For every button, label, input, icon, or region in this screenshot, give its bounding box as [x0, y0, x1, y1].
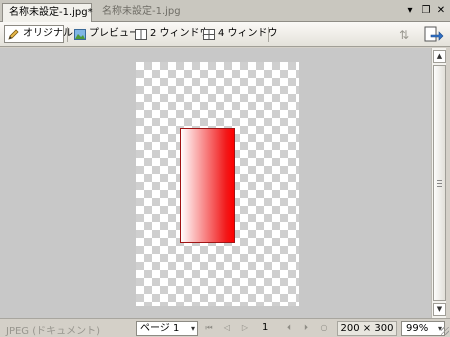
gradient-rectangle[interactable] — [180, 128, 235, 243]
resize-grip-icon[interactable] — [441, 327, 449, 335]
zoom-select-value: 99% — [406, 323, 429, 334]
image-size-readout: 200 × 300 — [337, 321, 397, 336]
stop-button[interactable]: ○ — [318, 322, 330, 334]
document-tab-inactive[interactable]: 名称未設定-1.jpg — [96, 3, 186, 22]
picture-icon — [74, 28, 86, 40]
page-select-value: ページ 1 — [140, 323, 180, 334]
scroll-grip-icon — [437, 180, 442, 187]
export-button[interactable] — [422, 25, 444, 45]
document-format-text: JPEG (ドキュメント) — [6, 326, 101, 337]
status-bar: JPEG (ドキュメント) ページ 1 ▾ ⏮ ◁ ▷ 1 ⏴ ⏵ ○ 200 … — [0, 318, 450, 337]
document-tab-active[interactable]: 名称未設定-1.jpg* — [2, 3, 93, 22]
toolbar-separator — [67, 27, 68, 42]
back-button[interactable]: ⏴ — [283, 322, 295, 334]
toolbar-separator — [268, 27, 269, 42]
page-number: 1 — [262, 322, 269, 333]
minimize-button[interactable]: ▾ — [403, 4, 417, 18]
prev-page-button[interactable]: ◁ — [221, 322, 233, 334]
scroll-thumb[interactable] — [433, 65, 446, 301]
scroll-down-button[interactable]: ▼ — [433, 303, 446, 316]
pencil-icon — [8, 28, 20, 40]
scroll-up-button[interactable]: ▲ — [433, 50, 446, 63]
compare-tool-button[interactable]: ⇅ — [393, 25, 415, 45]
forward-button[interactable]: ⏵ — [300, 322, 312, 334]
canvas-workspace[interactable] — [0, 48, 431, 318]
first-page-button[interactable]: ⏮ — [203, 322, 215, 334]
page-select[interactable]: ページ 1 ▾ — [136, 321, 198, 336]
chevron-down-icon: ▾ — [190, 324, 195, 333]
view-preview-button[interactable]: プレビュー — [71, 25, 139, 43]
view-mode-toolbar: オリジナル プレビュー 2 ウィンドウ 4 ウィンドウ — [0, 22, 450, 47]
view-original-label: オリジナル — [23, 28, 73, 39]
document-tab-bar: 名称未設定-1.jpg* 名称未設定-1.jpg ▾ ❐ ✕ — [0, 0, 450, 22]
vertical-scrollbar[interactable]: ▲ ▼ — [431, 48, 446, 318]
view-original-button[interactable]: オリジナル — [4, 25, 73, 43]
image-canvas[interactable] — [136, 62, 299, 306]
four-window-icon — [203, 28, 215, 40]
view-4-window-button[interactable]: 4 ウィンドウ — [200, 25, 278, 43]
export-icon — [424, 26, 444, 42]
close-button[interactable]: ✕ — [434, 4, 448, 18]
next-page-button[interactable]: ▷ — [239, 322, 251, 334]
zoom-select[interactable]: 99% ▾ — [401, 321, 445, 336]
two-window-icon — [135, 28, 147, 40]
view-2-window-button[interactable]: 2 ウィンドウ — [132, 25, 210, 43]
restore-button[interactable]: ❐ — [419, 4, 433, 18]
